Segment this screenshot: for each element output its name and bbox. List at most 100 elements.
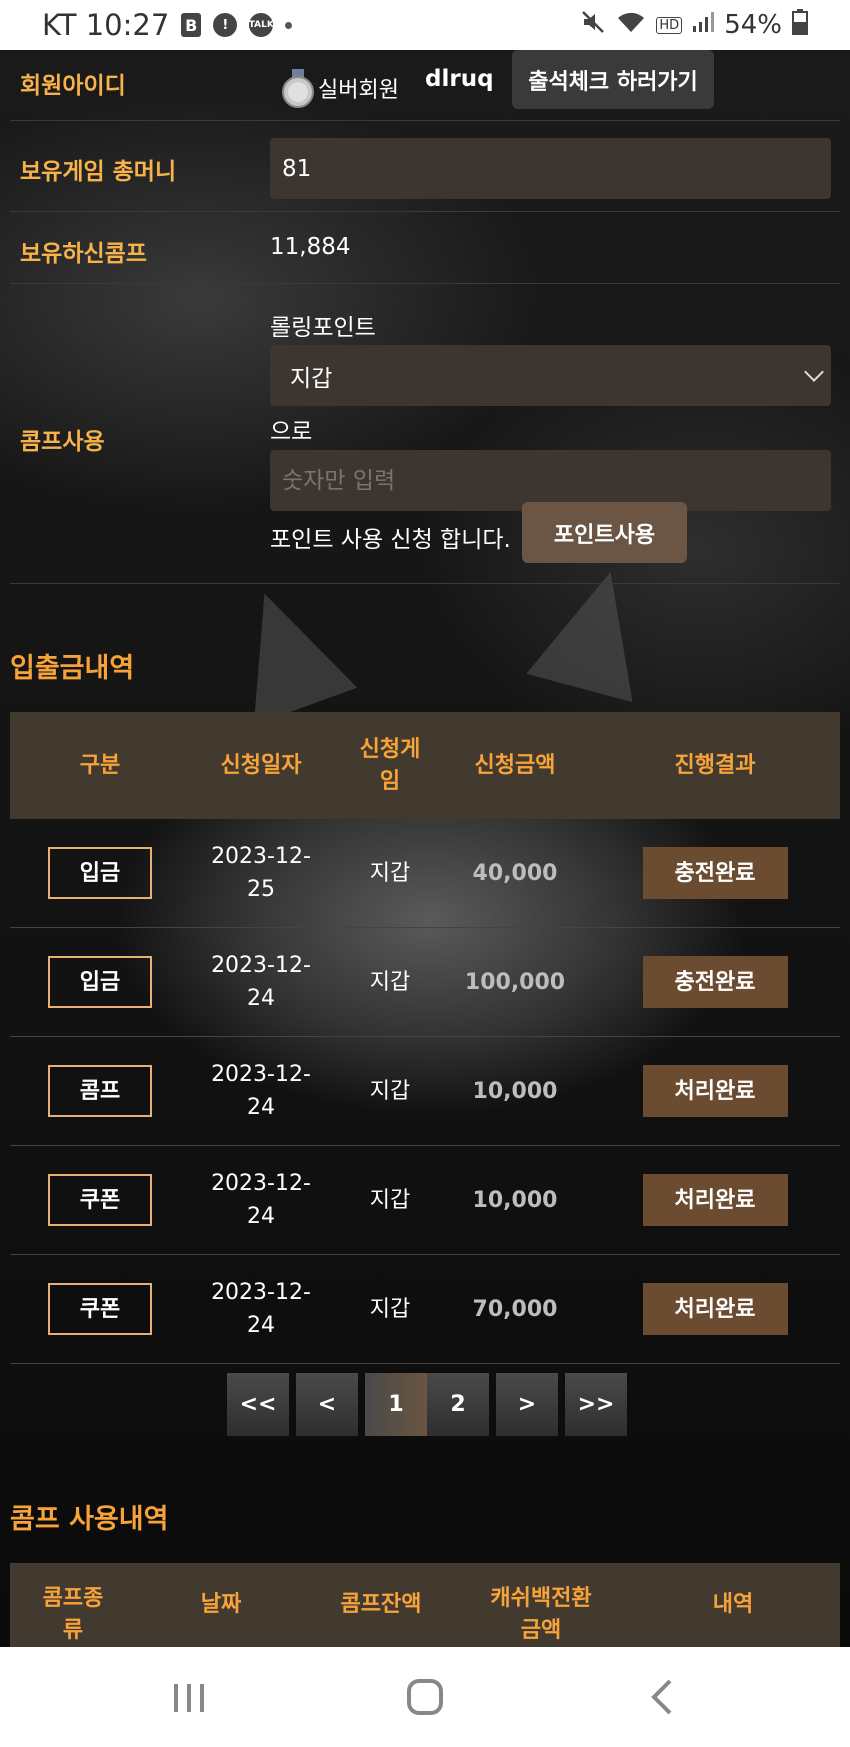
type-cell: 입금: [10, 819, 190, 927]
game-cell: 지갑: [369, 969, 411, 995]
next-page-button[interactable]: >: [496, 1373, 558, 1436]
comp-balance-label: 보유하신콤프: [20, 241, 147, 267]
amount-cell: 10,000: [472, 1078, 558, 1104]
wallet-select[interactable]: 지갑: [270, 345, 831, 406]
header-amount: 신청금액: [474, 752, 556, 778]
point-request-text: 포인트 사용 신청 합니다.: [270, 527, 511, 553]
result-status-badge: 충전완료: [642, 956, 788, 1008]
header-type: 구분: [79, 752, 121, 778]
silver-medal-icon: [281, 69, 315, 109]
header-game: 신청게 임: [359, 736, 421, 794]
battery-percent: 54%: [724, 10, 782, 40]
chevron-down-icon: [804, 362, 824, 382]
comp-history-title: 콤프 사용내역: [10, 1504, 169, 1535]
cat-ear-left: [212, 574, 358, 726]
last-page-button[interactable]: >>: [565, 1373, 627, 1436]
result-cell: 처리완료: [590, 1037, 840, 1145]
result-status-badge: 처리완료: [642, 1283, 788, 1335]
page-1-button[interactable]: 1: [365, 1373, 427, 1436]
signal-icon: [692, 10, 715, 40]
date-cell: 2023-12- 24: [211, 1280, 311, 1338]
transactions-table-header: 구분 신청일자 신청게 임 신청금액 진행결과: [10, 712, 840, 819]
date-cell: 2023-12- 24: [211, 1062, 311, 1120]
member-grade: 실버회원: [318, 78, 399, 103]
alert-icon: !: [213, 13, 238, 37]
amount-cell: 40,000: [472, 860, 558, 886]
type-cell: 입금: [10, 928, 190, 1036]
mute-icon: [580, 9, 606, 42]
comp-history-table-header: 콤프종 류 날짜 콤프잔액 캐쉬백전환 금액 내역: [10, 1563, 840, 1647]
page-2-button[interactable]: 2: [427, 1373, 489, 1436]
game-cell: 지갑: [369, 1187, 411, 1213]
member-id-label: 회원아이디: [20, 73, 126, 99]
page-numbers: 1 2: [365, 1373, 489, 1436]
header-cashback-amount: 캐쉬백전환 금액: [490, 1586, 592, 1643]
header-comp-type: 콤프종 류: [42, 1586, 104, 1643]
result-cell: 처리완료: [590, 1146, 840, 1254]
result-status-badge: 처리완료: [642, 1065, 788, 1117]
date-cell: 2023-12- 25: [211, 844, 311, 902]
game-money-row: 보유게임 총머니 81: [10, 121, 840, 212]
type-badge: 입금: [48, 847, 152, 899]
result-status-badge: 처리완료: [642, 1174, 788, 1226]
game-money-label: 보유게임 총머니: [20, 159, 177, 185]
to-text: 으로: [270, 419, 313, 445]
table-row: 입금 2023-12- 24 지갑 100,000 충전완료: [10, 928, 840, 1037]
date-cell: 2023-12- 24: [211, 1171, 311, 1229]
type-cell: 쿠폰: [10, 1146, 190, 1254]
wallet-select-value: 지갑: [290, 365, 333, 392]
member-username: dlruq: [425, 66, 494, 92]
table-row: 콤프 2023-12- 24 지갑 10,000 처리완료: [10, 1037, 840, 1146]
type-badge: 콤프: [48, 1065, 152, 1117]
first-page-button[interactable]: <<: [227, 1373, 289, 1436]
game-cell: 지갑: [369, 1296, 411, 1322]
header-result: 진행결과: [674, 752, 756, 778]
prev-page-button[interactable]: <: [296, 1373, 358, 1436]
comp-use-row: 콤프사용 롤링포인트 지갑 으로 포인트 사용 신청 합니다. 포인트사용: [10, 284, 840, 584]
point-amount-input[interactable]: [282, 467, 831, 494]
header-comp-date: 날짜: [200, 1592, 242, 1617]
wifi-icon: [616, 10, 646, 41]
result-cell: 충전완료: [590, 928, 840, 1036]
type-badge: 쿠폰: [48, 1174, 152, 1226]
result-cell: 충전완료: [590, 819, 840, 927]
header-comp-details: 내역: [712, 1592, 754, 1617]
type-cell: 쿠폰: [10, 1255, 190, 1363]
result-cell: 처리완료: [590, 1255, 840, 1363]
comp-balance-value: 11,884: [270, 234, 351, 260]
game-cell: 지갑: [369, 1078, 411, 1104]
kakaotalk-icon: TALK: [249, 13, 274, 37]
result-status-badge: 충전완료: [642, 847, 788, 899]
rolling-point-label: 롤링포인트: [270, 315, 376, 341]
battery-icon: [792, 8, 808, 42]
home-icon[interactable]: [405, 1677, 445, 1721]
more-notifications-icon: [285, 21, 293, 29]
attendance-check-button[interactable]: 출석체크 하러가기: [512, 50, 714, 109]
header-date: 신청일자: [220, 752, 302, 778]
table-row: 쿠폰 2023-12- 24 지갑 10,000 처리완료: [10, 1146, 840, 1255]
amount-cell: 70,000: [472, 1296, 558, 1322]
carrier-time: KT 10:27: [42, 8, 170, 42]
point-use-button[interactable]: 포인트사용: [522, 502, 687, 563]
status-bar: KT 10:27 B ! TALK HD 54%: [0, 0, 850, 50]
table-row: 쿠폰 2023-12- 24 지갑 70,000 처리완료: [10, 1255, 840, 1364]
type-badge: 쿠폰: [48, 1283, 152, 1335]
table-row: 입금 2023-12- 25 지갑 40,000 충전완료: [10, 819, 840, 928]
android-nav-bar: [0, 1647, 850, 1747]
game-money-field: 81: [270, 138, 831, 199]
type-cell: 콤프: [10, 1037, 190, 1145]
date-cell: 2023-12- 24: [211, 953, 311, 1011]
type-badge: 입금: [48, 956, 152, 1008]
b-app-icon: B: [181, 13, 202, 37]
game-cell: 지갑: [369, 860, 411, 886]
comp-use-label: 콤프사용: [20, 429, 105, 455]
pagination: << < 1 2 > >>: [227, 1373, 627, 1436]
game-money-value: 81: [282, 155, 312, 182]
recent-apps-icon[interactable]: [172, 1682, 206, 1718]
hd-icon: HD: [656, 16, 683, 34]
amount-cell: 100,000: [464, 969, 566, 995]
comp-balance-row: 보유하신콤프 11,884: [10, 212, 840, 284]
header-comp-balance: 콤프잔액: [340, 1592, 422, 1617]
back-icon[interactable]: [650, 1677, 674, 1721]
member-id-row: 회원아이디 실버회원 dlruq 출석체크 하러가기: [10, 50, 840, 121]
